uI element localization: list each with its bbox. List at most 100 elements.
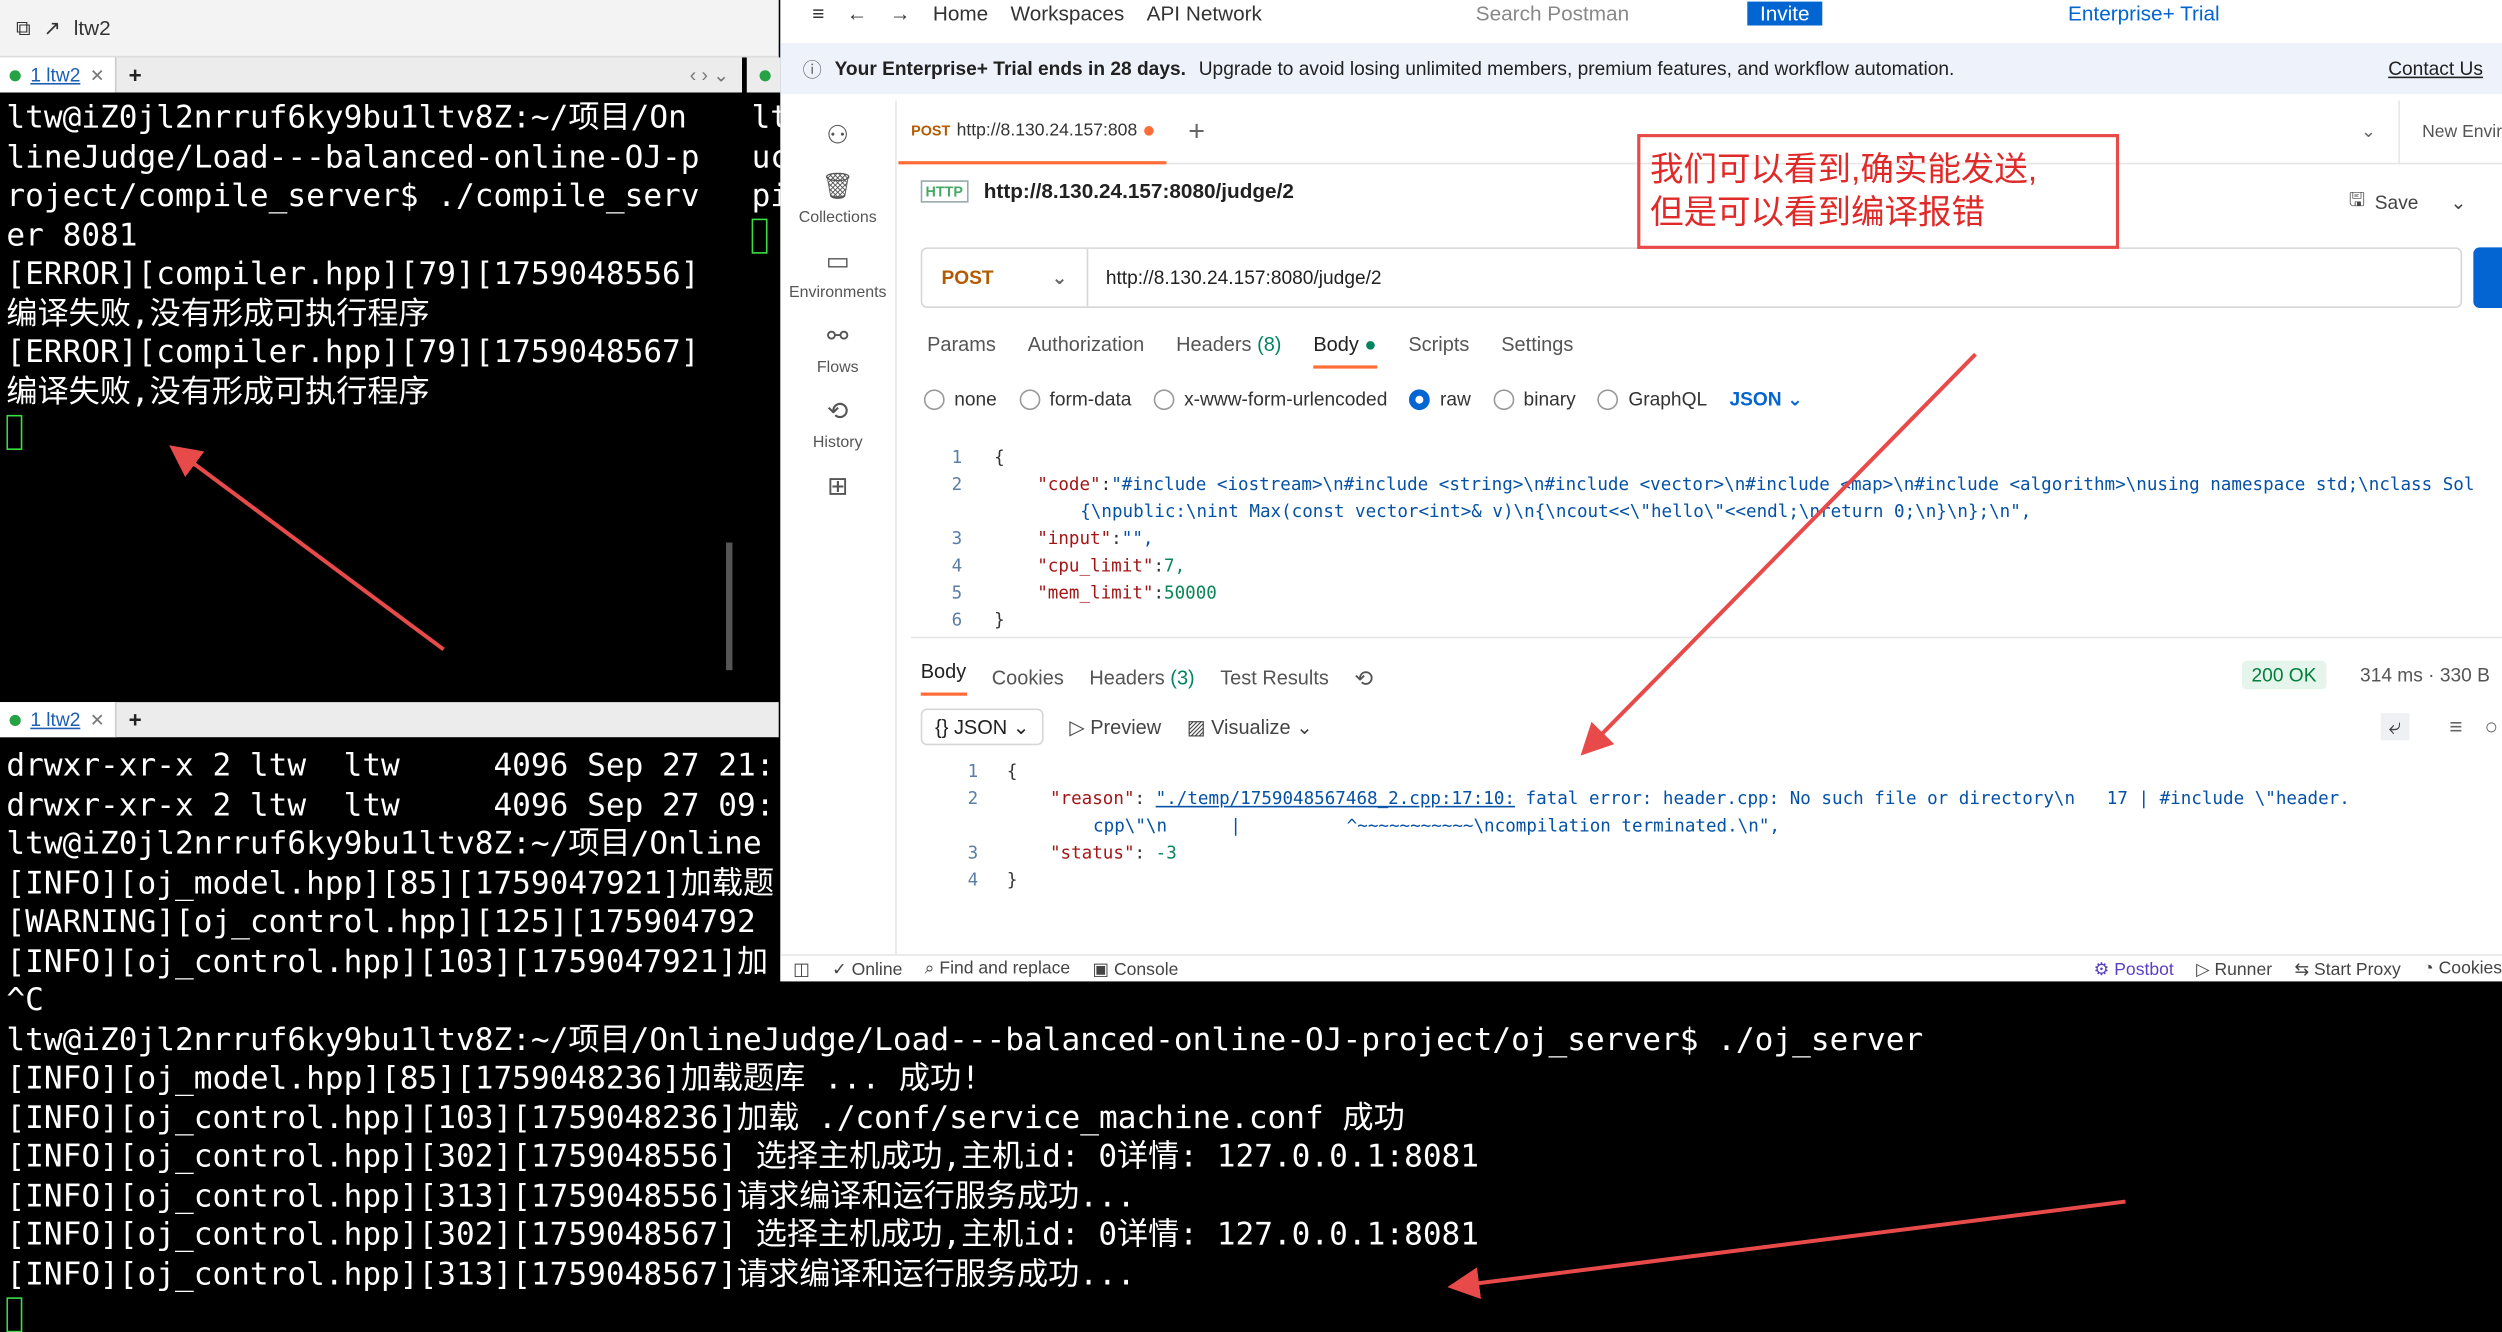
sidebar-item-team[interactable]: ⚇ (826, 120, 849, 152)
bottom-term-tab[interactable]: 1 ltw2 ✕ (0, 702, 116, 738)
add-tab-button[interactable]: + (116, 62, 155, 88)
bottom-term-tabbar: 1 ltw2 ✕ + (0, 702, 779, 738)
terminal-line: 编译失败,没有形成可执行程序 (6, 294, 430, 332)
nav-home[interactable]: Home (933, 1, 988, 25)
left-term-tab[interactable]: 1 ltw2 ✕ (0, 57, 116, 93)
preview-label: Preview (1090, 716, 1162, 739)
wrap-icon[interactable]: ⤶ (2380, 713, 2410, 741)
sidebar-item-collections[interactable]: 🗑 Collections (799, 171, 877, 227)
resp-line-1: { (1006, 761, 1018, 782)
terminal-line: [INFO][oj_control.hpp][302][1759048556] … (6, 1137, 1480, 1175)
online-status[interactable]: ✓ Online (832, 958, 902, 979)
response-meta: 314 ms · 330 B (2360, 663, 2490, 687)
send-button[interactable] (2473, 247, 2502, 308)
chevron-down-icon[interactable]: ⌄ (2450, 191, 2466, 213)
menu-icon[interactable]: ≡ (812, 1, 824, 25)
tab-headers-label: Headers (1176, 333, 1252, 356)
response-body[interactable]: 1234 { "reason": "./temp/1759048567468_2… (911, 758, 2502, 902)
filter-icon[interactable]: ≡ (2449, 713, 2462, 739)
resp-line-4: } (1006, 869, 1018, 891)
response-time: 314 ms (2360, 663, 2423, 687)
code-line-5: "mem_limit":50000 (1037, 582, 1217, 604)
preview-button[interactable]: ▷ Preview (1069, 715, 1162, 739)
radio-binary[interactable]: binary (1493, 387, 1576, 411)
resp-tab-headers[interactable]: Headers (3) (1089, 667, 1194, 689)
request-tab[interactable]: POST http://8.130.24.157:808 (898, 100, 1166, 164)
scroll-tabs-icon[interactable]: ‹ › ⌄ (690, 64, 742, 86)
start-proxy[interactable]: ⇆ Start Proxy (2294, 958, 2400, 979)
radio-graphql[interactable]: GraphQL (1598, 388, 1707, 411)
radio-urlencoded[interactable]: x-www-form-urlencoded (1153, 388, 1387, 411)
sidebar-toggle-icon[interactable]: ◫ (793, 958, 810, 979)
left-terminal[interactable]: ltw@iZ0jl2nrruf6ky9bu1ltv8Z:~/项目/On lineJ… (0, 92, 743, 696)
scrollbar[interactable] (726, 542, 733, 671)
environment-selector[interactable]: New Envir (2398, 99, 2502, 164)
terminal-line: pi (751, 177, 781, 214)
sidebar-item-history[interactable]: ⟲ History (813, 396, 863, 452)
save-button[interactable]: 🖫 Save ⌄ (2349, 185, 2467, 219)
tab-settings[interactable]: Settings (1501, 334, 1573, 369)
trial-button[interactable]: Enterprise+ Trial (2068, 1, 2220, 25)
radio-form-data[interactable]: form-data (1019, 388, 1131, 411)
new-tab-button[interactable]: + (1188, 115, 1205, 149)
apps-icon: ⊞ (827, 473, 849, 502)
radio-none[interactable]: none (923, 388, 997, 411)
json-type-select[interactable]: JSON ⌄ (1729, 388, 1803, 410)
chevron-down-icon[interactable]: ⌄ (2361, 121, 2398, 142)
radio-label: raw (1440, 387, 1471, 411)
tab-method: POST (911, 122, 951, 139)
history-icon[interactable]: ⟲ (1354, 665, 1373, 692)
nav-workspaces[interactable]: Workspaces (1011, 1, 1125, 25)
new-tab-icon[interactable]: ⧉ (16, 15, 31, 41)
radio-label: GraphQL (1628, 387, 1708, 411)
sidebar-item-flows[interactable]: ⚯ Flows (817, 321, 859, 377)
http-icon: HTTP (920, 179, 968, 202)
add-tab-button[interactable]: + (116, 707, 155, 733)
search-icon[interactable]: ○ (2485, 713, 2499, 739)
cookies-label: Cookies (2438, 959, 2502, 979)
tab-scripts[interactable]: Scripts (1408, 334, 1469, 369)
sidebar-item-environments[interactable]: ▭ Environments (789, 246, 887, 302)
runner[interactable]: ▷ Runner (2196, 958, 2272, 979)
cookies[interactable]: ◔ Cookies (2423, 959, 2502, 978)
method-label: POST (941, 266, 994, 289)
contact-us-link[interactable]: Contact Us (2388, 57, 2483, 79)
terminal-titlebar: ⧉ ↗ ltw2 (0, 0, 779, 58)
method-select[interactable]: POST ⌄ (922, 248, 1089, 307)
radio-raw[interactable]: raw (1409, 387, 1471, 411)
format-select[interactable]: {} JSON ⌄ (920, 708, 1044, 746)
url-bar: POST ⌄ http://8.130.24.157:8080/judge/2 (920, 247, 2463, 308)
middle-terminal[interactable]: ltucpi (746, 92, 781, 696)
window-icon: ↗ (43, 15, 61, 40)
forward-icon[interactable]: → (890, 1, 911, 25)
url-input[interactable]: http://8.130.24.157:8080/judge/2 (1088, 266, 1382, 288)
terminal-cursor (6, 1296, 23, 1332)
code-line-2: "code":"#include <iostream>\n#include <s… (1037, 473, 2475, 495)
visualize-button[interactable]: ▨ Visualize ⌄ (1187, 715, 1313, 738)
banner-text: Upgrade to avoid losing unlimited member… (1198, 57, 1955, 80)
close-icon[interactable]: ✕ (90, 709, 105, 730)
code-line-2b: {\npublic:\nint Max(const vector<int>& v… (1080, 501, 2032, 522)
tab-headers[interactable]: Headers (8) (1176, 334, 1281, 369)
radio-label: binary (1523, 387, 1576, 411)
request-body-editor[interactable]: 123456 { "code":"#include <iostream>\n#i… (911, 444, 2502, 639)
nav-api-network[interactable]: API Network (1147, 1, 1262, 25)
annotation-box: 我们可以看到,确实能发送, 但是可以看到编译报错 (1637, 134, 2120, 249)
tab-body[interactable]: Body ● (1313, 334, 1377, 369)
resp-tab-tests[interactable]: Test Results (1220, 667, 1329, 689)
sidebar-item-apps[interactable]: ⊞ (827, 471, 848, 503)
postbot[interactable]: ⚙ Postbot (2094, 958, 2174, 979)
find-replace[interactable]: ⌕ Find and replace (925, 958, 1070, 979)
console[interactable]: ▣ Console (1093, 958, 1179, 979)
resp-tab-body[interactable]: Body (920, 661, 967, 696)
request-name[interactable]: http://8.130.24.157:8080/judge/2 (984, 179, 1294, 203)
tab-params[interactable]: Params (927, 334, 996, 369)
sidebar-label: Environments (788, 284, 887, 302)
invite-button[interactable]: Invite (1747, 0, 1823, 25)
back-icon[interactable]: ← (847, 1, 868, 25)
postman-navbar: ≡ ← → Home Workspaces API Network Search… (780, 0, 2502, 26)
close-icon[interactable]: ✕ (90, 65, 105, 85)
tab-authorization[interactable]: Authorization (1028, 334, 1144, 369)
resp-tab-cookies[interactable]: Cookies (992, 667, 1064, 689)
search-input[interactable]: Search Postman (1476, 1, 1629, 25)
